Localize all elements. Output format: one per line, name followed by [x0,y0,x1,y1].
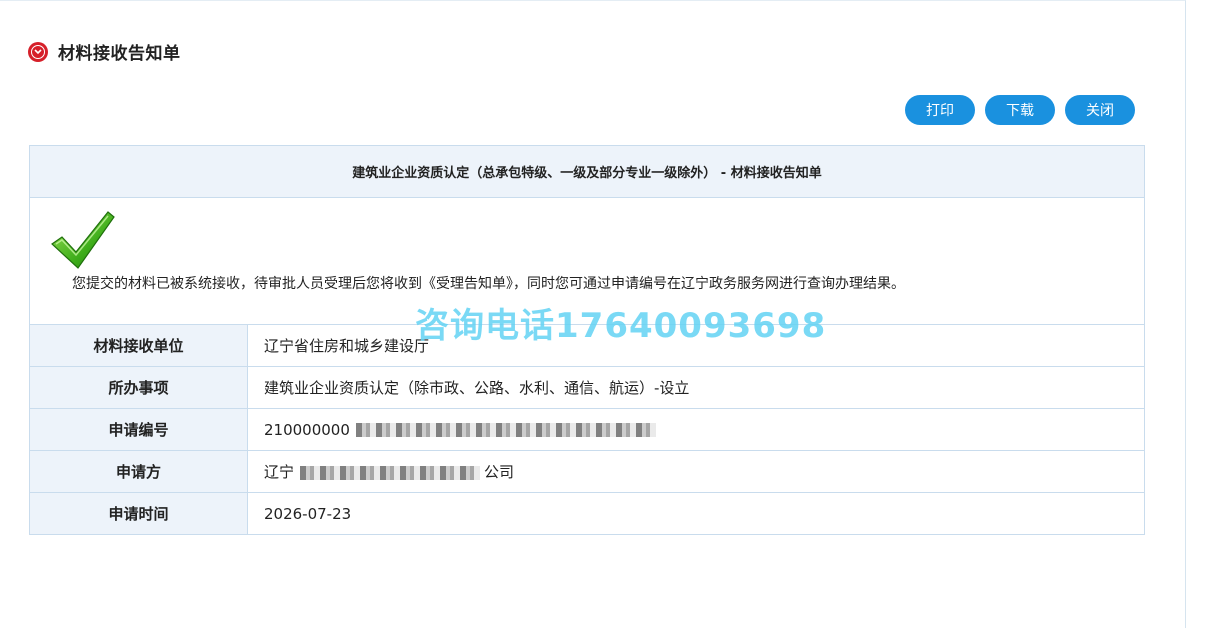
row-value: 2026-07-23 [264,504,352,523]
close-button[interactable]: 关闭 [1065,95,1135,125]
print-button[interactable]: 打印 [905,95,975,125]
row-value: 辽宁 公司 [247,450,1144,493]
table-row: 申请编号 210000000 [30,408,1144,451]
table-row: 申请方 辽宁 公司 [30,450,1144,493]
redacted-number [355,423,656,437]
page-header: 材料接收告知单 [28,39,181,64]
watermark-text: 咨询电话17640093698 [415,306,827,346]
application-number: 210000000 [264,420,350,439]
page: 材料接收告知单 打印 下载 关闭 建筑业企业资质认定（总承包特级、一级及部分专业… [0,0,1186,628]
page-title: 材料接收告知单 [58,44,181,64]
row-label: 所办事项 [30,366,248,409]
row-label: 申请编号 [30,408,248,451]
checkmark-icon [51,211,115,269]
row-label: 材料接收单位 [30,325,248,367]
row-value: 建筑业企业资质认定（除市政、公路、水利、通信、航运）-设立 [247,366,1144,409]
download-button[interactable]: 下载 [985,95,1055,125]
redacted-applicant [300,465,481,480]
table-row: 申请时间 2026-07-23 [30,492,1144,534]
notice-message: 您提交的材料已被系统接收，待审批人员受理后您将收到《受理告知单》，同时您可通过申… [72,276,905,292]
row-label: 申请方 [30,450,248,493]
row-value: 210000000 [247,408,1144,451]
row-label: 申请时间 [30,492,248,534]
notice-panel: 建筑业企业资质认定（总承包特级、一级及部分专业一级除外） - 材料接收告知单 您… [29,145,1145,535]
notice-heading: 建筑业企业资质认定（总承包特级、一级及部分专业一级除外） - 材料接收告知单 [30,146,1144,198]
notice-body: 您提交的材料已被系统接收，待审批人员受理后您将收到《受理告知单》，同时您可通过申… [30,198,1144,346]
chevron-down-circle-icon [28,41,48,62]
table-row: 所办事项 建筑业企业资质认定（除市政、公路、水利、通信、航运）-设立 [30,366,1144,409]
info-table: 材料接收单位 辽宁省住房和城乡建设厅 所办事项 建筑业企业资质认定（除市政、公路… [30,325,1144,534]
toolbar: 打印 下载 关闭 [905,95,1135,125]
applicant-prefix: 辽宁 [264,463,295,481]
applicant-suffix: 公司 [484,463,515,481]
